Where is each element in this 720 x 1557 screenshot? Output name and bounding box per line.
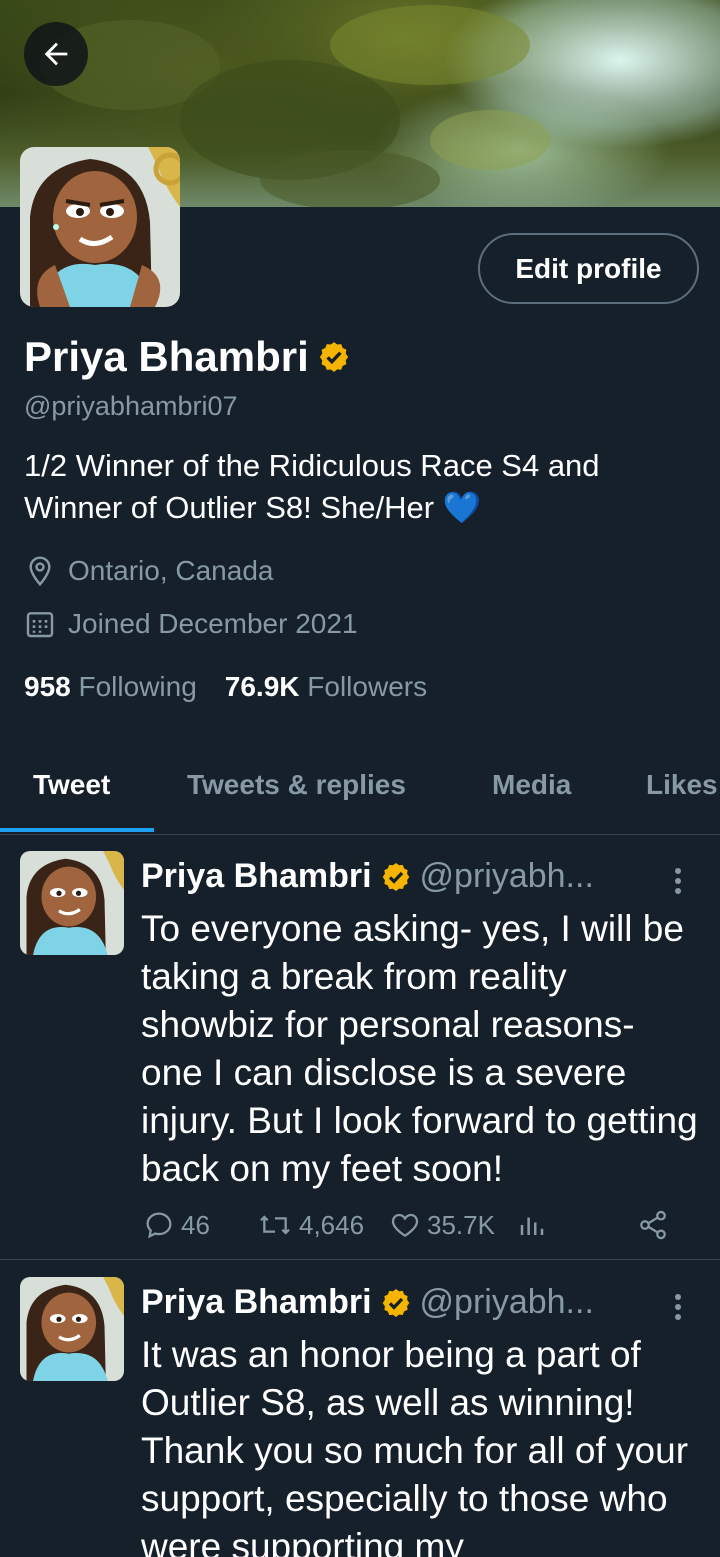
- more-options-icon[interactable]: [668, 865, 688, 897]
- tweet-actions: 46 4,646 35.7K: [141, 1209, 681, 1249]
- verified-badge-icon: [382, 862, 409, 891]
- reply-icon: [146, 1212, 172, 1239]
- tweet-text: It was an honor being a part of Outlier …: [141, 1334, 689, 1557]
- avatar-image: [20, 1277, 124, 1381]
- location-text: Ontario, Canada: [68, 555, 274, 586]
- avatar-image: [20, 851, 124, 955]
- following-count: 958: [24, 671, 71, 702]
- avatar-image: [20, 147, 180, 307]
- followers-count: 76.9K: [224, 671, 300, 702]
- tweet-author-name: Priya Bhambri: [141, 1283, 372, 1321]
- edit-profile-button[interactable]: Edit profile: [478, 233, 699, 304]
- follow-stats: 958 Following 76.9K Followers: [24, 671, 427, 703]
- profile-avatar[interactable]: [20, 147, 180, 307]
- tab-tweets[interactable]: Tweet: [33, 769, 110, 801]
- location-row: Ontario, Canada: [24, 555, 273, 587]
- more-options-icon[interactable]: [668, 1291, 688, 1323]
- active-tab-indicator: [0, 828, 154, 832]
- retweet-button[interactable]: 4,646: [257, 1209, 364, 1241]
- profile-tabs: Tweet Tweets & replies Media Likes: [0, 745, 720, 835]
- back-button[interactable]: [24, 22, 88, 86]
- analytics-button[interactable]: [517, 1209, 547, 1241]
- following-label: Following: [78, 671, 197, 702]
- verified-badge-icon: [319, 342, 348, 372]
- share-icon: [640, 1210, 666, 1240]
- joined-row: Joined December 2021: [24, 608, 358, 640]
- tweet-author-handle: @priyabh...: [419, 1283, 594, 1321]
- tweet-header: Priya Bhambri @priyabh...: [141, 1283, 594, 1322]
- tweet-avatar[interactable]: [20, 1277, 124, 1381]
- tab-tweets-and-replies[interactable]: Tweets & replies: [187, 769, 406, 801]
- followers-link[interactable]: 76.9K Followers: [225, 671, 427, 703]
- reply-button[interactable]: 46: [143, 1209, 210, 1241]
- like-button[interactable]: 35.7K: [389, 1209, 495, 1241]
- tweet-header: Priya Bhambri @priyabh...: [141, 857, 594, 896]
- tweet-author-name: Priya Bhambri: [141, 857, 372, 895]
- profile-handle: @priyabhambri07: [24, 391, 238, 421]
- display-name-text: Priya Bhambri: [24, 333, 309, 380]
- share-button[interactable]: [637, 1209, 669, 1241]
- retweet-count: 4,646: [299, 1209, 365, 1240]
- following-link[interactable]: 958 Following: [24, 671, 197, 703]
- arrow-left-icon: [44, 42, 68, 66]
- profile-bio: 1/2 Winner of the Ridiculous Race S4 and…: [24, 448, 600, 525]
- location-pin-icon: [29, 556, 51, 587]
- calendar-icon: [26, 612, 54, 638]
- heart-icon: [391, 1213, 419, 1237]
- followers-label: Followers: [307, 671, 428, 702]
- tweet-item[interactable]: Priya Bhambri @priyabh... To everyone as…: [0, 851, 720, 1259]
- tab-likes[interactable]: Likes: [646, 769, 718, 801]
- display-name: Priya Bhambri: [24, 333, 351, 381]
- joined-text: Joined December 2021: [68, 608, 358, 639]
- retweet-icon: [260, 1215, 290, 1235]
- reply-count: 46: [181, 1209, 210, 1240]
- tweet-divider: [0, 1259, 720, 1260]
- tweet-text: To everyone asking- yes, I will be takin…: [141, 908, 698, 1189]
- tweet-author-handle: @priyabh...: [419, 857, 594, 895]
- tab-media[interactable]: Media: [492, 769, 571, 801]
- analytics-icon: [520, 1217, 544, 1235]
- tweet-avatar[interactable]: [20, 851, 124, 955]
- tweet-item[interactable]: Priya Bhambri @priyabh... It was an hono…: [0, 1277, 720, 1557]
- like-count: 35.7K: [427, 1209, 495, 1240]
- verified-badge-icon: [382, 1288, 409, 1317]
